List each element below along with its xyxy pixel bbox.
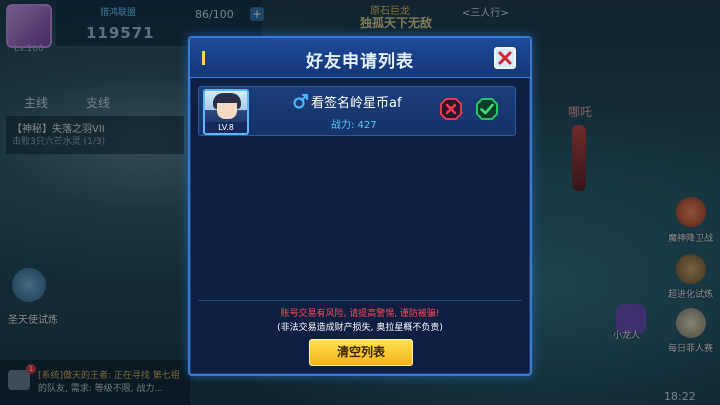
requester-avatar[interactable]: LV.8 [203,89,249,135]
close-button[interactable] [494,47,516,69]
close-icon [498,51,512,65]
clear-list-button[interactable]: 清空列表 [309,339,413,366]
trade-disclaimer: (非法交易造成财产损失, 奥拉星概不负责) [277,323,443,333]
requester-name: 看签名岭星币af [311,96,402,111]
friend-request-row: LV.8 看签名岭星币af 战力: 427 [198,86,516,136]
avatar-face [217,103,237,119]
reject-request-button[interactable] [439,97,463,121]
requester-power: 战力: 427 [331,120,377,131]
friend-request-dialog: 好友申请列表 LV.8 看签名岭星币af 战力: 427 账号交易有风险, 请提 [188,36,532,376]
divider [198,300,522,301]
accept-request-button[interactable] [475,97,499,121]
scam-warning: 账号交易有风险, 请提高警惕, 谨防被骗! [280,309,440,319]
dialog-title: 好友申请列表 [306,52,414,72]
male-gender-icon [293,93,309,109]
requester-level: LV.8 [205,122,247,133]
dialog-header: 好友申请列表 [190,38,530,78]
